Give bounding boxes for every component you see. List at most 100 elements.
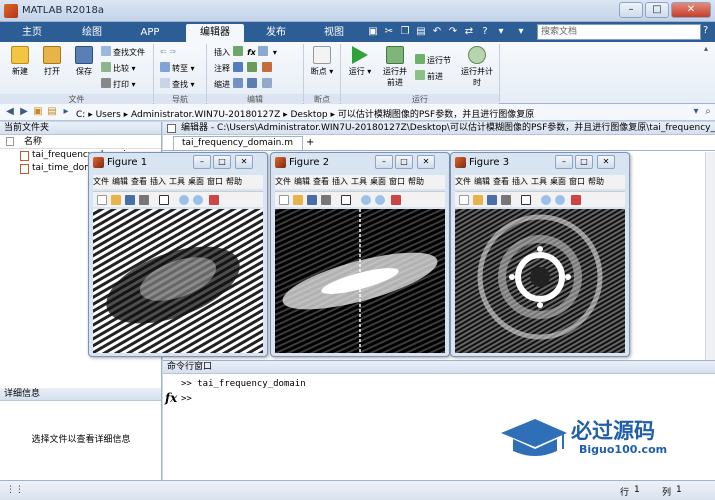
new-figure-icon[interactable] bbox=[279, 195, 289, 205]
tab-view[interactable]: 视图 bbox=[312, 24, 356, 42]
find-files-icon bbox=[101, 46, 111, 56]
close-button[interactable]: ✕ bbox=[671, 2, 711, 18]
breakpoint-button[interactable]: 断点 ▾ bbox=[308, 46, 336, 77]
figure-icon bbox=[455, 157, 466, 168]
zoom-out-icon[interactable] bbox=[193, 195, 203, 205]
comment-button[interactable]: 注释 bbox=[214, 62, 274, 74]
dropdown-icon[interactable]: ▾ bbox=[494, 25, 508, 39]
goto-button[interactable]: 转至 ▾ bbox=[160, 62, 195, 74]
data-cursor-icon[interactable] bbox=[391, 195, 401, 205]
maximize-button[interactable]: □ bbox=[213, 155, 231, 169]
paste-icon[interactable]: ▤ bbox=[414, 25, 428, 39]
cut-icon[interactable]: ✂ bbox=[382, 25, 396, 39]
save-icon[interactable] bbox=[307, 195, 317, 205]
new-button[interactable]: 新建 bbox=[6, 46, 34, 77]
browse-folder-icon[interactable]: ▤ bbox=[46, 106, 58, 118]
maximize-button[interactable]: □ bbox=[575, 155, 593, 169]
path-segment[interactable]: 可以估计模糊图像的PSF参数，并且进行图像复原 bbox=[338, 110, 534, 120]
run-button[interactable]: 运行 ▾ bbox=[345, 46, 375, 77]
open-icon[interactable] bbox=[473, 195, 483, 205]
path-search-icon[interactable]: ⌕ bbox=[702, 106, 714, 118]
tab-home[interactable]: 主页 bbox=[10, 24, 54, 42]
print-icon[interactable] bbox=[501, 195, 511, 205]
run-time-button[interactable]: 运行并计时 bbox=[460, 46, 494, 88]
copy-icon[interactable]: ❐ bbox=[398, 25, 412, 39]
save-icon[interactable]: ▣ bbox=[366, 25, 380, 39]
redo-icon[interactable]: ↷ bbox=[446, 25, 460, 39]
command-history-line: >> tai_frequency_domain bbox=[181, 379, 306, 389]
open-icon[interactable] bbox=[293, 195, 303, 205]
save-icon[interactable] bbox=[487, 195, 497, 205]
maximize-button[interactable]: □ bbox=[645, 2, 669, 18]
pointer-icon[interactable] bbox=[341, 195, 351, 205]
zoom-in-icon[interactable] bbox=[361, 195, 371, 205]
maximize-button[interactable]: □ bbox=[395, 155, 413, 169]
pointer-icon[interactable] bbox=[521, 195, 531, 205]
compare-button[interactable]: 比较 ▾ bbox=[101, 62, 136, 74]
figure-window-1[interactable]: Figure 1 – □ ✕ 文件 编辑 查看 插入 工具 桌面 窗口 帮助 bbox=[88, 152, 268, 357]
run-section-button[interactable]: 运行节 bbox=[415, 54, 451, 66]
insert-button[interactable]: 插入 fx ▾ bbox=[214, 46, 277, 58]
print-icon[interactable] bbox=[139, 195, 149, 205]
figure-window-2[interactable]: Figure 2 – □ ✕ 文件 编辑 查看 插入 工具 桌面 窗口 帮助 bbox=[270, 152, 450, 357]
tab-publish[interactable]: 发布 bbox=[254, 24, 298, 42]
search-icon[interactable]: ⌕ bbox=[688, 26, 694, 37]
save-button[interactable]: 保存 bbox=[70, 46, 98, 77]
path-segment[interactable]: Administrator.WIN7U-20180127Z bbox=[131, 110, 280, 120]
customize-icon[interactable]: ▾ bbox=[514, 25, 528, 39]
help-icon[interactable]: ? bbox=[703, 25, 715, 39]
path-segment[interactable]: Desktop bbox=[291, 110, 328, 120]
save-icon[interactable] bbox=[125, 195, 135, 205]
run-advance-button[interactable]: 运行并前进 bbox=[380, 46, 410, 88]
pointer-icon[interactable] bbox=[159, 195, 169, 205]
switch-window-icon[interactable]: ⇄ bbox=[462, 25, 476, 39]
path-menu-icon[interactable]: ▸ bbox=[60, 106, 72, 118]
col-value: 1 bbox=[676, 485, 682, 495]
open-button[interactable]: 打开 bbox=[38, 46, 66, 77]
print-button[interactable]: 打印 ▾ bbox=[101, 78, 136, 90]
new-figure-icon[interactable] bbox=[459, 195, 469, 205]
advance-button[interactable]: 前进 bbox=[415, 70, 443, 82]
tab-plots[interactable]: 绘图 bbox=[70, 24, 114, 42]
figure-window-3[interactable]: Figure 3 – □ ✕ 文件 编辑 查看 插入 工具 桌面 窗口 帮助 bbox=[450, 152, 630, 357]
minimize-button[interactable]: – bbox=[619, 2, 643, 18]
back-nav-button[interactable]: ⇐ ⇒ bbox=[160, 46, 176, 58]
zoom-out-icon[interactable] bbox=[555, 195, 565, 205]
minimize-button[interactable]: – bbox=[555, 155, 573, 169]
close-button[interactable]: ✕ bbox=[235, 155, 253, 169]
zoom-in-icon[interactable] bbox=[541, 195, 551, 205]
path-segment[interactable]: C: bbox=[76, 110, 85, 120]
help-circle-icon[interactable]: ? bbox=[478, 25, 492, 39]
back-arrow-icon[interactable]: ◀ bbox=[4, 106, 16, 118]
search-input[interactable]: 搜索文档 bbox=[537, 24, 701, 40]
minimize-button[interactable]: – bbox=[193, 155, 211, 169]
undo-icon[interactable]: ↶ bbox=[430, 25, 444, 39]
zoom-out-icon[interactable] bbox=[375, 195, 385, 205]
m-file-icon bbox=[20, 164, 29, 174]
close-button[interactable]: ✕ bbox=[597, 155, 615, 169]
indent-button[interactable]: 缩进 bbox=[214, 78, 274, 90]
fx-icon[interactable]: fx bbox=[165, 391, 177, 405]
find-button[interactable]: 查找 ▾ bbox=[160, 78, 195, 90]
data-cursor-icon[interactable] bbox=[209, 195, 219, 205]
find-files-button[interactable]: 查找文件 bbox=[101, 46, 145, 58]
minimize-button[interactable]: – bbox=[375, 155, 393, 169]
zoom-in-icon[interactable] bbox=[179, 195, 189, 205]
editor-scrollbar[interactable] bbox=[705, 152, 715, 360]
editor-tab[interactable]: tai_frequency_domain.m ✕ bbox=[173, 136, 303, 161]
print-icon[interactable] bbox=[321, 195, 331, 205]
data-cursor-icon[interactable] bbox=[571, 195, 581, 205]
column-header[interactable]: 名称 bbox=[0, 135, 161, 149]
tab-apps[interactable]: APP bbox=[128, 24, 172, 42]
command-prompt[interactable]: >> bbox=[181, 394, 192, 404]
add-tab-button[interactable]: + bbox=[306, 137, 314, 148]
path-dropdown-icon[interactable]: ▾ bbox=[690, 106, 702, 118]
new-figure-icon[interactable] bbox=[97, 195, 107, 205]
open-icon[interactable] bbox=[111, 195, 121, 205]
forward-arrow-icon[interactable]: ▶ bbox=[18, 106, 30, 118]
path-segment[interactable]: Users bbox=[96, 110, 121, 120]
tab-editor[interactable]: 编辑器 bbox=[186, 24, 244, 42]
ribbon-collapse-icon[interactable]: ▴ bbox=[704, 44, 708, 53]
close-button[interactable]: ✕ bbox=[417, 155, 435, 169]
up-folder-icon[interactable]: ▣ bbox=[32, 106, 44, 118]
